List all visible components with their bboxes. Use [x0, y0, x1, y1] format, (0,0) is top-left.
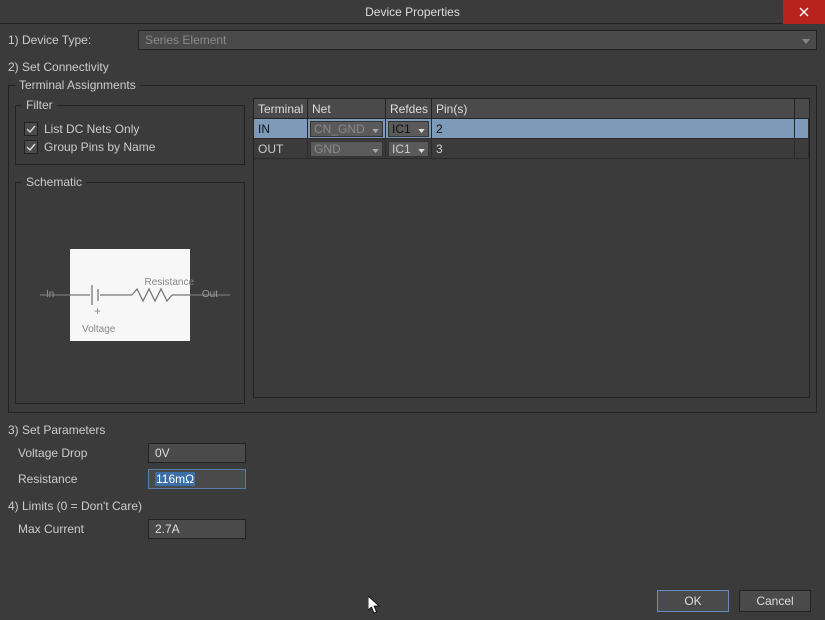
- cell-net-select[interactable]: GND: [310, 141, 383, 157]
- set-parameters-label: 3) Set Parameters: [8, 423, 817, 437]
- table-row[interactable]: IN CN_GND IC1: [254, 119, 809, 139]
- terminal-table: Terminal Net Refdes Pin(s) IN CN_GND: [253, 98, 810, 398]
- cell-net-select[interactable]: CN_GND: [310, 121, 383, 137]
- ok-button[interactable]: OK: [657, 590, 729, 612]
- schematic-legend: Schematic: [22, 175, 86, 189]
- voltage-drop-label: Voltage Drop: [18, 446, 148, 460]
- schematic-group: Schematic In: [15, 175, 245, 404]
- th-refdes[interactable]: Refdes: [386, 99, 432, 118]
- chevron-down-icon: [418, 142, 425, 156]
- max-current-label: Max Current: [18, 522, 148, 536]
- mouse-cursor-icon: [368, 596, 382, 616]
- resistance-input[interactable]: 116mΩ: [148, 469, 246, 489]
- th-terminal[interactable]: Terminal: [254, 99, 308, 118]
- filter-group: Filter List DC Nets Only Group Pins by N…: [15, 98, 245, 165]
- table-row[interactable]: OUT GND IC1: [254, 139, 809, 159]
- plus-label: +: [94, 304, 101, 318]
- cell-terminal: OUT: [254, 139, 308, 158]
- cell-pins: 3: [432, 139, 795, 158]
- cell-pins: 2: [432, 119, 795, 138]
- th-pins[interactable]: Pin(s): [432, 99, 795, 118]
- terminal-assignments-group: Terminal Assignments Filter List DC Nets…: [8, 78, 817, 413]
- cancel-button[interactable]: Cancel: [739, 590, 811, 612]
- terminal-assignments-legend: Terminal Assignments: [15, 78, 140, 92]
- th-blank: [795, 99, 809, 118]
- list-dc-nets-checkbox[interactable]: List DC Nets Only: [24, 122, 238, 136]
- chevron-down-icon: [802, 33, 810, 47]
- schematic-voltage-label: Voltage: [82, 324, 115, 335]
- list-dc-nets-label: List DC Nets Only: [44, 122, 139, 136]
- window-title: Device Properties: [0, 5, 825, 19]
- set-connectivity-label: 2) Set Connectivity: [8, 60, 817, 74]
- schematic-canvas: In: [22, 195, 238, 395]
- device-type-label: 1) Device Type:: [8, 33, 128, 47]
- group-pins-checkbox[interactable]: Group Pins by Name: [24, 140, 238, 154]
- resistance-label: Resistance: [18, 472, 148, 486]
- titlebar: Device Properties: [0, 0, 825, 24]
- chevron-down-icon: [372, 142, 379, 156]
- max-current-input[interactable]: 2.7A: [148, 519, 246, 539]
- checkbox-icon: [24, 122, 38, 136]
- schematic-out-label: Out: [202, 289, 218, 300]
- chevron-down-icon: [372, 122, 379, 136]
- close-button[interactable]: [783, 0, 825, 24]
- device-type-value: Series Element: [145, 33, 226, 47]
- schematic-resistance-label: Resistance: [145, 277, 194, 288]
- voltage-drop-input[interactable]: 0V: [148, 443, 246, 463]
- cell-terminal: IN: [254, 119, 308, 138]
- chevron-down-icon: [418, 122, 425, 136]
- checkbox-icon: [24, 140, 38, 154]
- device-type-select[interactable]: Series Element: [138, 30, 817, 50]
- th-net[interactable]: Net: [308, 99, 386, 118]
- cell-refdes-select[interactable]: IC1: [388, 141, 429, 157]
- filter-legend: Filter: [22, 98, 57, 112]
- limits-label: 4) Limits (0 = Don't Care): [8, 499, 817, 513]
- schematic-symbol: + Resistance Voltage: [70, 249, 190, 341]
- close-icon: [799, 7, 809, 17]
- terminal-table-header: Terminal Net Refdes Pin(s): [254, 99, 809, 119]
- cell-refdes-select[interactable]: IC1: [388, 121, 429, 137]
- group-pins-label: Group Pins by Name: [44, 140, 155, 154]
